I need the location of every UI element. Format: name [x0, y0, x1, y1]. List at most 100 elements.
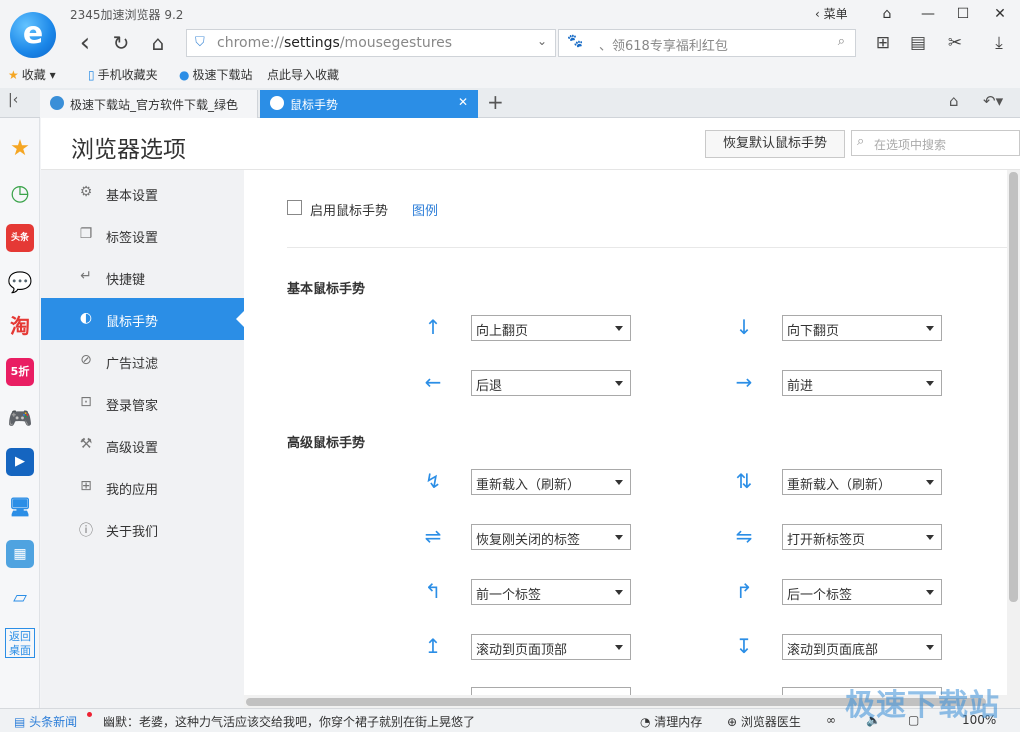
dropdown-caret-icon — [926, 480, 934, 485]
sidebar-item-apps[interactable]: ⊞ 我的应用 — [41, 466, 244, 508]
bookmarks-bar: ★ 收藏 ▾ ▯ 手机收藏夹 ● 极速下载站 点此导入收藏 — [0, 62, 1020, 86]
apps-grid-icon[interactable]: ⊞ — [870, 30, 896, 56]
news-link[interactable]: ▤ 头条新闻 — [14, 713, 77, 730]
mouse-icon: ◐ — [79, 310, 93, 326]
title-bar: e 2345加速浏览器 9.2 ‹ 菜单 ⌂ — ☐ ✕ ‹ ↻ ⌂ ⛉ chr… — [0, 0, 1020, 62]
sidebar-item-login[interactable]: ⊡ 登录管家 — [41, 382, 244, 424]
app-title: 2345加速浏览器 9.2 — [70, 8, 184, 22]
gesture-select-up[interactable]: 向上翻页 — [471, 315, 631, 341]
gesture-select-right-down[interactable]: 滚动到页面底部 — [782, 634, 942, 660]
sidebar-item-about[interactable]: ⓘ 关于我们 — [41, 508, 244, 550]
taobao-icon[interactable]: 淘 — [6, 312, 34, 340]
gesture-select-down-up[interactable]: 重新载入（刷新） — [782, 469, 942, 495]
chevron-left-icon: ‹ — [815, 7, 824, 21]
game-icon[interactable]: 🎮 — [6, 404, 34, 432]
sidebar-item-mouse-gestures[interactable]: ◐ 鼠标手势 — [41, 298, 244, 340]
skin-icon[interactable]: ⌂ — [872, 2, 902, 26]
collapse-sidebar-icon[interactable]: |‹ — [8, 92, 18, 108]
vertical-scrollbar[interactable] — [1007, 170, 1020, 708]
new-tab-button[interactable]: + — [487, 90, 504, 114]
tab-mouse-gestures[interactable]: 鼠标手势 ✕ — [260, 90, 478, 118]
basic-gestures-title: 基本鼠标手势 — [287, 282, 366, 297]
url-text[interactable]: chrome://settings/mousegestures — [217, 35, 452, 51]
dropdown-caret-icon — [615, 590, 623, 595]
watermark: 极速下载站 — [845, 688, 1000, 723]
block-icon: ⊘ — [80, 352, 92, 368]
tab-jisu[interactable]: 极速下载站_官方软件下载_绿色 — [40, 90, 258, 118]
scissors-icon[interactable]: ✂ — [942, 30, 968, 56]
gesture-select-left-right[interactable]: 打开新标签页 — [782, 524, 942, 550]
reset-gestures-button[interactable]: 恢复默认鼠标手势 — [705, 130, 845, 158]
site-icon: ● — [179, 68, 190, 82]
import-bookmarks-link[interactable]: 点此导入收藏 — [267, 66, 339, 83]
calculator-icon[interactable]: ▦ — [6, 540, 34, 568]
lock-icon: ⊡ — [80, 394, 92, 410]
legend-link[interactable]: 图例 — [412, 200, 438, 219]
video-icon[interactable]: ▶ — [6, 448, 34, 476]
dropdown-caret-icon — [615, 326, 623, 331]
search-bar[interactable]: 🐾 、领618专享福利红包 ⌕ — [558, 29, 856, 57]
left-right-gesture-icon: ⇋ — [735, 524, 753, 548]
news-icon: ▤ — [14, 715, 30, 729]
up-down-gesture-icon: ↯ — [424, 469, 442, 493]
right-down-gesture-icon: ↧ — [735, 634, 753, 658]
close-tab-icon[interactable]: ✕ — [458, 95, 468, 109]
reader-icon[interactable]: ▤ — [905, 30, 931, 56]
gesture-settings-content: 启用鼠标手势 图例 基本鼠标手势 ↑ 向上翻页 ↓ 向下翻页 ← 后退 → 前进… — [244, 170, 1020, 708]
back-to-desktop-button[interactable]: 返回桌面 — [5, 628, 35, 658]
scrollbar-thumb[interactable] — [1009, 172, 1018, 602]
gesture-select-right-left[interactable]: 恢复刚关闭的标签 — [471, 524, 631, 550]
chevron-down-icon[interactable]: ⌄ — [537, 34, 547, 48]
clock-icon[interactable]: ◷ — [6, 180, 34, 208]
gesture-select-right[interactable]: 前进 — [782, 370, 942, 396]
sidebar-item-shortcuts[interactable]: ↵ 快捷键 — [41, 256, 244, 298]
bookmark-mobile[interactable]: ▯ 手机收藏夹 — [88, 66, 158, 83]
clean-memory-button[interactable]: ◔ 清理内存 — [640, 713, 702, 730]
gesture-select-up-left[interactable]: 前一个标签 — [471, 579, 631, 605]
discount-icon[interactable]: 5折 — [6, 358, 34, 386]
wechat-icon[interactable]: 💬 — [6, 268, 34, 296]
home-button[interactable]: ⌂ — [145, 30, 171, 56]
close-window-button[interactable]: ✕ — [985, 2, 1015, 26]
back-button[interactable]: ‹ — [72, 30, 98, 56]
gesture-select-up-right[interactable]: 后一个标签 — [782, 579, 942, 605]
sidebar-item-advanced[interactable]: ⚒ 高级设置 — [41, 424, 244, 466]
browser-logo-icon: e — [10, 12, 56, 58]
enable-gestures-checkbox[interactable] — [287, 200, 302, 215]
toutiao-icon[interactable]: 头条 — [6, 224, 34, 252]
gear-icon: ⚙ — [79, 184, 93, 200]
download-icon[interactable]: ⤓ — [986, 30, 1012, 56]
reload-button[interactable]: ↻ — [108, 30, 134, 56]
star-icon[interactable]: ★ — [6, 135, 34, 163]
news-ticker[interactable]: 幽默：老婆，这种力气活应该交给我吧，你穿个裙子就别在街上晃悠了 — [103, 713, 475, 730]
sidebar-item-tabs[interactable]: ❐ 标签设置 — [41, 214, 244, 256]
minimize-button[interactable]: — — [913, 2, 943, 26]
gesture-select-left-up[interactable]: 滚动到页面顶部 — [471, 634, 631, 660]
undo-close-icon[interactable]: ↶▾ — [983, 92, 1003, 110]
search-icon[interactable]: ⌕ — [838, 34, 845, 49]
site-favicon-icon — [50, 96, 64, 110]
bookmark-jisu[interactable]: ● 极速下载站 — [179, 66, 253, 83]
cloud-tabs-icon[interactable]: ⌂ — [949, 92, 959, 110]
gesture-select-down[interactable]: 向下翻页 — [782, 315, 942, 341]
wrench-icon: ⚒ — [79, 436, 93, 452]
gesture-select-left[interactable]: 后退 — [471, 370, 631, 396]
maximize-button[interactable]: ☐ — [948, 2, 978, 26]
computer-icon[interactable]: 🖥 — [6, 494, 34, 522]
browser-doctor-button[interactable]: ⊕ 浏览器医生 — [727, 713, 801, 730]
dropdown-caret-icon — [615, 381, 623, 386]
options-search-input[interactable]: ⌕ 在选项中搜索 — [851, 130, 1020, 156]
settings-favicon-icon — [270, 96, 284, 110]
sidebar-item-adblock[interactable]: ⊘ 广告过滤 — [41, 340, 244, 382]
settings-page: 浏览器选项 恢复默认鼠标手势 ⌕ 在选项中搜索 ⚙ 基本设置 ❐ 标签设置 ↵ … — [41, 118, 1020, 708]
gesture-select-up-down[interactable]: 重新载入（刷新） — [471, 469, 631, 495]
notebook-icon[interactable]: ▱ — [6, 584, 34, 612]
favorites-menu[interactable]: ★ 收藏 ▾ — [8, 66, 56, 83]
vpn-icon[interactable]: ∞ — [826, 713, 836, 727]
folder-icon: ▯ — [88, 68, 95, 82]
address-bar[interactable]: ⛉ chrome://settings/mousegestures ⌄ — [186, 29, 556, 57]
right-left-gesture-icon: ⇌ — [424, 524, 442, 548]
enable-gestures-label[interactable]: 启用鼠标手势 — [310, 200, 388, 219]
menu-button[interactable]: ‹ 菜单 — [815, 5, 848, 22]
sidebar-item-basic[interactable]: ⚙ 基本设置 — [41, 172, 244, 214]
